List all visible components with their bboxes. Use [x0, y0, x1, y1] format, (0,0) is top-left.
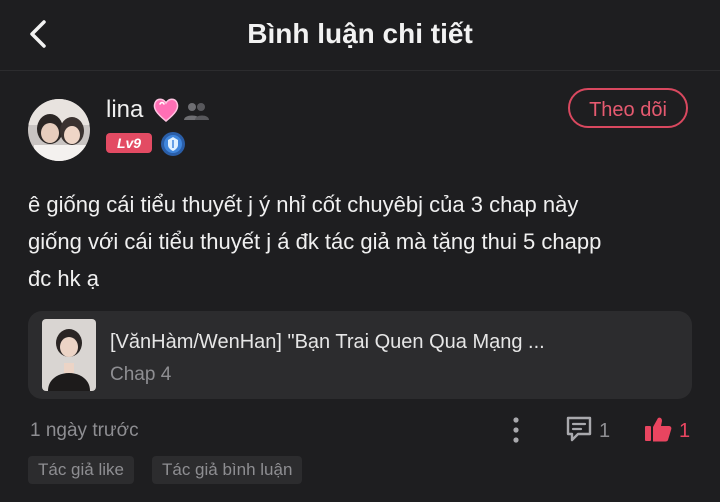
- header-bar: Bình luận chi tiết: [0, 0, 720, 70]
- level-badge: Lv9: [106, 133, 152, 153]
- avatar[interactable]: [28, 99, 90, 161]
- chapter-title: [VănHàm/WenHan] "Bạn Trai Quen Qua Mạng …: [110, 331, 545, 353]
- group-icon: [184, 103, 209, 120]
- tag-author-commented: Tác giả bình luận: [152, 456, 303, 484]
- shield-icon: [161, 132, 185, 156]
- chapter-number: Chap 4: [110, 364, 172, 385]
- page-title: Bình luận chi tiết: [247, 18, 473, 49]
- follow-button[interactable]: Theo dõi: [568, 88, 688, 128]
- username[interactable]: lina: [106, 96, 143, 124]
- reply-icon[interactable]: [564, 414, 594, 444]
- tag-author-liked: Tác giả like: [28, 456, 134, 484]
- timestamp: 1 ngày trước: [30, 420, 139, 441]
- reply-count: 1: [599, 420, 611, 442]
- comment-text: ê giống cái tiểu thuyết j ý nhỉ cốt chuy…: [28, 186, 698, 297]
- comment-line: ê giống cái tiểu thuyết j ý nhỉ cốt chuy…: [28, 192, 579, 217]
- thumbs-up-icon[interactable]: [643, 414, 673, 444]
- comment-line: đc hk ạ: [28, 266, 99, 291]
- more-options-icon[interactable]: [510, 416, 522, 444]
- chapter-thumbnail: [42, 319, 96, 391]
- like-count: 1: [679, 420, 691, 442]
- header-divider: [0, 70, 720, 71]
- heart-icon: [153, 98, 179, 122]
- comment-line: giống với cái tiểu thuyết j á đk tác giả…: [28, 229, 602, 254]
- chapter-card[interactable]: [VănHàm/WenHan] "Bạn Trai Quen Qua Mạng …: [28, 311, 692, 399]
